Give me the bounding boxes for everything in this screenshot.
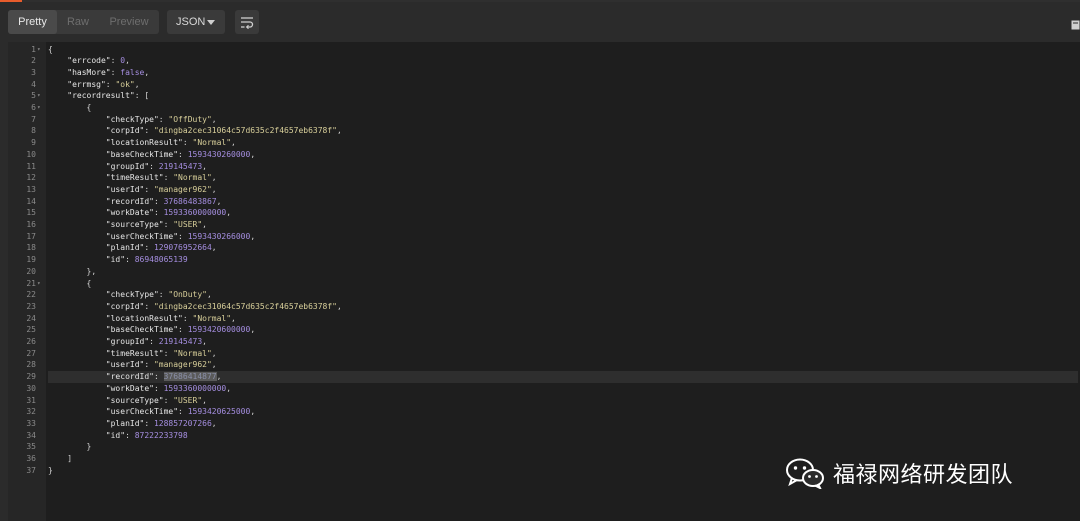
line-number: 12 xyxy=(26,173,36,183)
line-number: 10 xyxy=(26,149,36,159)
code-line: { xyxy=(48,278,92,288)
code-line: "timeResult": "Normal", xyxy=(105,348,217,358)
code-line: { xyxy=(48,103,92,112)
line-number: 9 xyxy=(31,138,36,148)
code-line: "hasMore": false, xyxy=(67,67,150,77)
line-number: 1 xyxy=(31,44,36,54)
watermark: 福禄网络研发团队 xyxy=(785,455,1013,491)
line-number: 6 xyxy=(31,103,36,112)
code-line: "id": 87222233798 xyxy=(105,430,188,440)
chevron-down-icon xyxy=(207,20,215,25)
fold-toggle-icon[interactable]: ▾ xyxy=(37,102,45,114)
response-body-editor[interactable]: 1 ▾ 2 3 4 5 ▾ 6 ▾ 7 8 9 10 11 12 13 14 15 16 17 18 19 20 21 ▾ 22 2… xyxy=(8,42,1080,521)
preview-view-button[interactable]: Preview xyxy=(99,10,159,34)
line-number: 36 xyxy=(26,454,36,463)
code-line: "recordresult": [ xyxy=(67,91,150,101)
code-line: "planId": 129076952664, xyxy=(105,243,217,253)
code-line: "corpId": "dingba2cec31064c57d635c2f4657… xyxy=(105,126,342,136)
line-number: 3 xyxy=(31,67,36,77)
line-number: 22 xyxy=(26,290,36,300)
line-number: 32 xyxy=(26,407,36,417)
line-number: 21 xyxy=(26,278,36,288)
fold-toggle-icon[interactable]: ▾ xyxy=(37,44,45,56)
line-number: 37 xyxy=(26,465,36,475)
line-number: 8 xyxy=(31,126,36,136)
code-line: "recordId": 37686414877, xyxy=(48,371,1078,383)
code-line: "planId": 128857207266, xyxy=(105,418,217,428)
line-number: 30 xyxy=(26,383,36,393)
line-number: 19 xyxy=(26,255,36,265)
format-select-value: JSON xyxy=(176,16,206,28)
code-line: "userId": "manager962", xyxy=(105,184,217,194)
pretty-view-button[interactable]: Pretty xyxy=(8,10,57,34)
code-line: "userCheckTime": 1593430266000, xyxy=(105,231,256,241)
json-code-area[interactable]: { "errcode": 0, "hasMore": false, "errms… xyxy=(48,42,1078,521)
code-line: { xyxy=(48,44,53,54)
view-mode-switch: Pretty Raw Preview xyxy=(8,10,159,34)
code-line: "sourceType": "USER", xyxy=(105,395,207,405)
line-number: 2 xyxy=(31,56,36,66)
code-line: "workDate": 1593360000000, xyxy=(105,208,232,218)
code-line: "locationResult": "Normal", xyxy=(105,313,236,323)
code-line: "sourceType": "USER", xyxy=(105,220,207,229)
code-line: "errcode": 0, xyxy=(67,56,130,66)
line-number: 33 xyxy=(26,418,36,428)
code-line: "checkType": "OffDuty", xyxy=(105,114,217,124)
line-number: 11 xyxy=(26,161,36,171)
code-line: "workDate": 1593360000000, xyxy=(105,383,232,393)
line-number: 26 xyxy=(26,337,36,346)
code-line: "userId": "manager962", xyxy=(105,360,217,370)
code-line: "locationResult": "Normal", xyxy=(105,138,236,148)
line-number: 31 xyxy=(26,395,36,405)
line-number: 16 xyxy=(26,220,36,229)
code-line: } xyxy=(48,442,92,452)
code-line: "timeResult": "Normal", xyxy=(105,173,217,183)
line-number: 20 xyxy=(26,266,36,276)
line-number: 29 xyxy=(26,372,36,382)
wrap-lines-icon xyxy=(241,17,254,30)
line-number: 34 xyxy=(26,430,36,440)
code-line: "groupId": 219145473, xyxy=(105,161,207,171)
wechat-icon xyxy=(786,458,824,489)
line-number: 24 xyxy=(26,313,36,323)
code-line: "id": 86948065139 xyxy=(105,255,188,265)
code-line: "checkType": "OnDuty", xyxy=(105,290,212,300)
line-number: 25 xyxy=(26,325,36,335)
fold-toggle-icon[interactable]: ▾ xyxy=(37,278,45,290)
format-select[interactable]: JSON xyxy=(167,10,225,34)
code-line: "baseCheckTime": 1593430260000, xyxy=(105,149,256,159)
code-line: "corpId": "dingba2cec31064c57d635c2f4657… xyxy=(105,301,342,311)
line-number-gutter: 1 ▾ 2 3 4 5 ▾ 6 ▾ 7 8 9 10 11 12 13 14 15 16 17 18 19 20 21 ▾ 22 2… xyxy=(8,42,46,521)
code-line: "baseCheckTime": 1593420600000, xyxy=(105,325,256,335)
response-toolbar: Pretty Raw Preview JSON xyxy=(0,2,1080,42)
code-line: "groupId": 219145473, xyxy=(105,337,207,346)
line-number: 23 xyxy=(26,301,36,311)
raw-view-button[interactable]: Raw xyxy=(57,10,99,34)
code-line: }, xyxy=(48,266,97,276)
code-line: "userCheckTime": 1593420625000, xyxy=(105,407,256,417)
code-line: "errmsg": "ok", xyxy=(67,79,140,89)
line-number: 35 xyxy=(26,442,36,452)
line-number: 15 xyxy=(26,208,36,218)
fold-toggle-icon[interactable]: ▾ xyxy=(37,90,45,102)
line-number: 17 xyxy=(26,231,36,241)
wrap-lines-button[interactable] xyxy=(235,10,259,34)
line-number: 13 xyxy=(26,184,36,194)
line-number: 18 xyxy=(26,243,36,253)
code-line: "recordId": 37686483867, xyxy=(105,196,222,206)
line-number: 4 xyxy=(31,79,36,89)
line-number: 7 xyxy=(31,114,36,124)
line-number: 14 xyxy=(26,196,36,206)
line-number: 28 xyxy=(26,360,36,370)
line-number: 5 xyxy=(31,91,36,101)
watermark-text: 福禄网络研发团队 xyxy=(833,463,1014,488)
document-icon[interactable] xyxy=(1071,17,1080,30)
line-number: 27 xyxy=(26,348,36,358)
